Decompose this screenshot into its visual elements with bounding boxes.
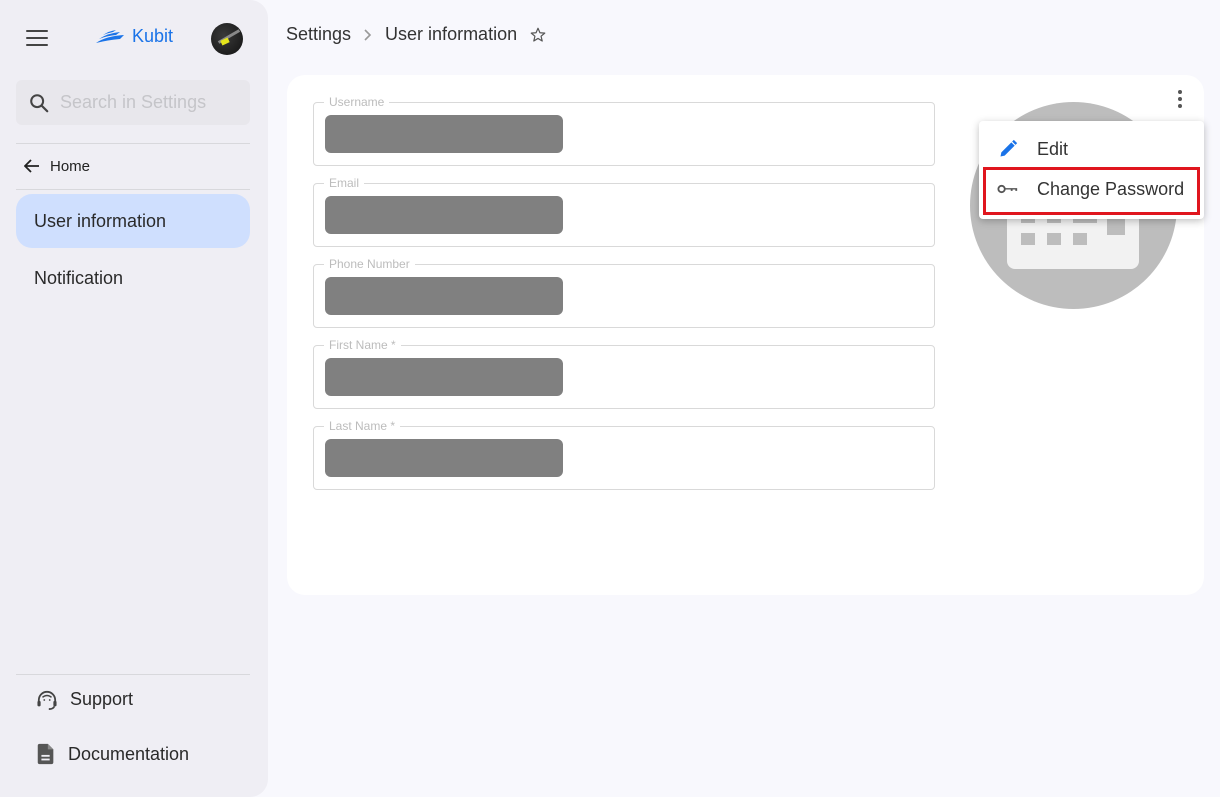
- divider: [16, 674, 250, 675]
- sidebar-item-label: User information: [34, 210, 167, 231]
- search-icon: [30, 93, 49, 112]
- last-name-field[interactable]: Last Name *: [313, 418, 935, 490]
- hamburger-menu-button[interactable]: [26, 30, 48, 48]
- brand-name: Kubit: [132, 26, 174, 46]
- pencil-icon: [1000, 139, 1018, 157]
- boat-logo-icon: [96, 29, 124, 43]
- sidebar-item-user-information[interactable]: User information: [16, 194, 250, 248]
- sidebar-header: Kubit: [0, 20, 268, 60]
- menu-item-label: Edit: [1037, 138, 1069, 159]
- context-menu: Edit Change Password: [979, 121, 1204, 219]
- breadcrumb-settings[interactable]: Settings: [286, 24, 351, 45]
- breadcrumb-user-information: User information: [385, 24, 518, 44]
- hamburger-line: [26, 44, 48, 46]
- username-label: Username: [324, 94, 390, 110]
- hamburger-line: [26, 37, 48, 39]
- phone-number-field[interactable]: Phone Number: [313, 256, 935, 328]
- arrow-left-icon: [24, 159, 39, 173]
- breadcrumb: Settings User information: [286, 24, 547, 45]
- hamburger-line: [26, 30, 48, 32]
- chevron-right-icon: [364, 28, 372, 41]
- first-name-field[interactable]: First Name *: [313, 337, 935, 409]
- divider: [16, 189, 250, 190]
- sidebar: Kubit Home User information Notification: [0, 0, 268, 797]
- last-name-label: Last Name *: [324, 418, 401, 434]
- username-field[interactable]: Username: [313, 94, 935, 166]
- last-name-value-redacted: [325, 439, 563, 477]
- document-icon: [37, 743, 54, 765]
- sidebar-item-label: Notification: [34, 267, 124, 288]
- username-value-redacted: [325, 115, 563, 153]
- brand-logo[interactable]: Kubit: [94, 26, 173, 47]
- more-options-button[interactable]: [1170, 87, 1190, 111]
- menu-item-edit[interactable]: Edit: [979, 129, 1204, 169]
- key-icon: [997, 184, 1018, 194]
- dot: [1178, 104, 1182, 108]
- key: [1047, 233, 1061, 245]
- documentation-label: Documentation: [68, 743, 190, 764]
- settings-search: [16, 80, 250, 125]
- dot: [1178, 90, 1182, 94]
- first-name-label: First Name *: [324, 337, 401, 353]
- user-avatar[interactable]: [211, 23, 243, 55]
- key: [1073, 233, 1087, 245]
- home-label: Home: [50, 157, 91, 175]
- documentation-link[interactable]: Documentation: [36, 743, 189, 765]
- search-input[interactable]: [60, 92, 240, 113]
- menu-item-label: Change Password: [1037, 178, 1185, 199]
- home-link[interactable]: Home: [24, 150, 90, 182]
- headset-icon: [37, 690, 57, 710]
- email-label: Email: [324, 175, 365, 191]
- email-value-redacted: [325, 196, 563, 234]
- email-field[interactable]: Email: [313, 175, 935, 247]
- dot: [1178, 97, 1182, 101]
- key: [1021, 233, 1035, 245]
- support-link[interactable]: Support: [36, 689, 133, 710]
- first-name-value-redacted: [325, 358, 563, 396]
- phone-number-value-redacted: [325, 277, 563, 315]
- sidebar-item-notification[interactable]: Notification: [16, 251, 250, 305]
- divider: [16, 143, 250, 144]
- phone-number-label: Phone Number: [324, 256, 415, 272]
- support-label: Support: [70, 689, 134, 709]
- star-icon[interactable]: [529, 26, 547, 44]
- menu-item-change-password[interactable]: Change Password: [979, 169, 1204, 209]
